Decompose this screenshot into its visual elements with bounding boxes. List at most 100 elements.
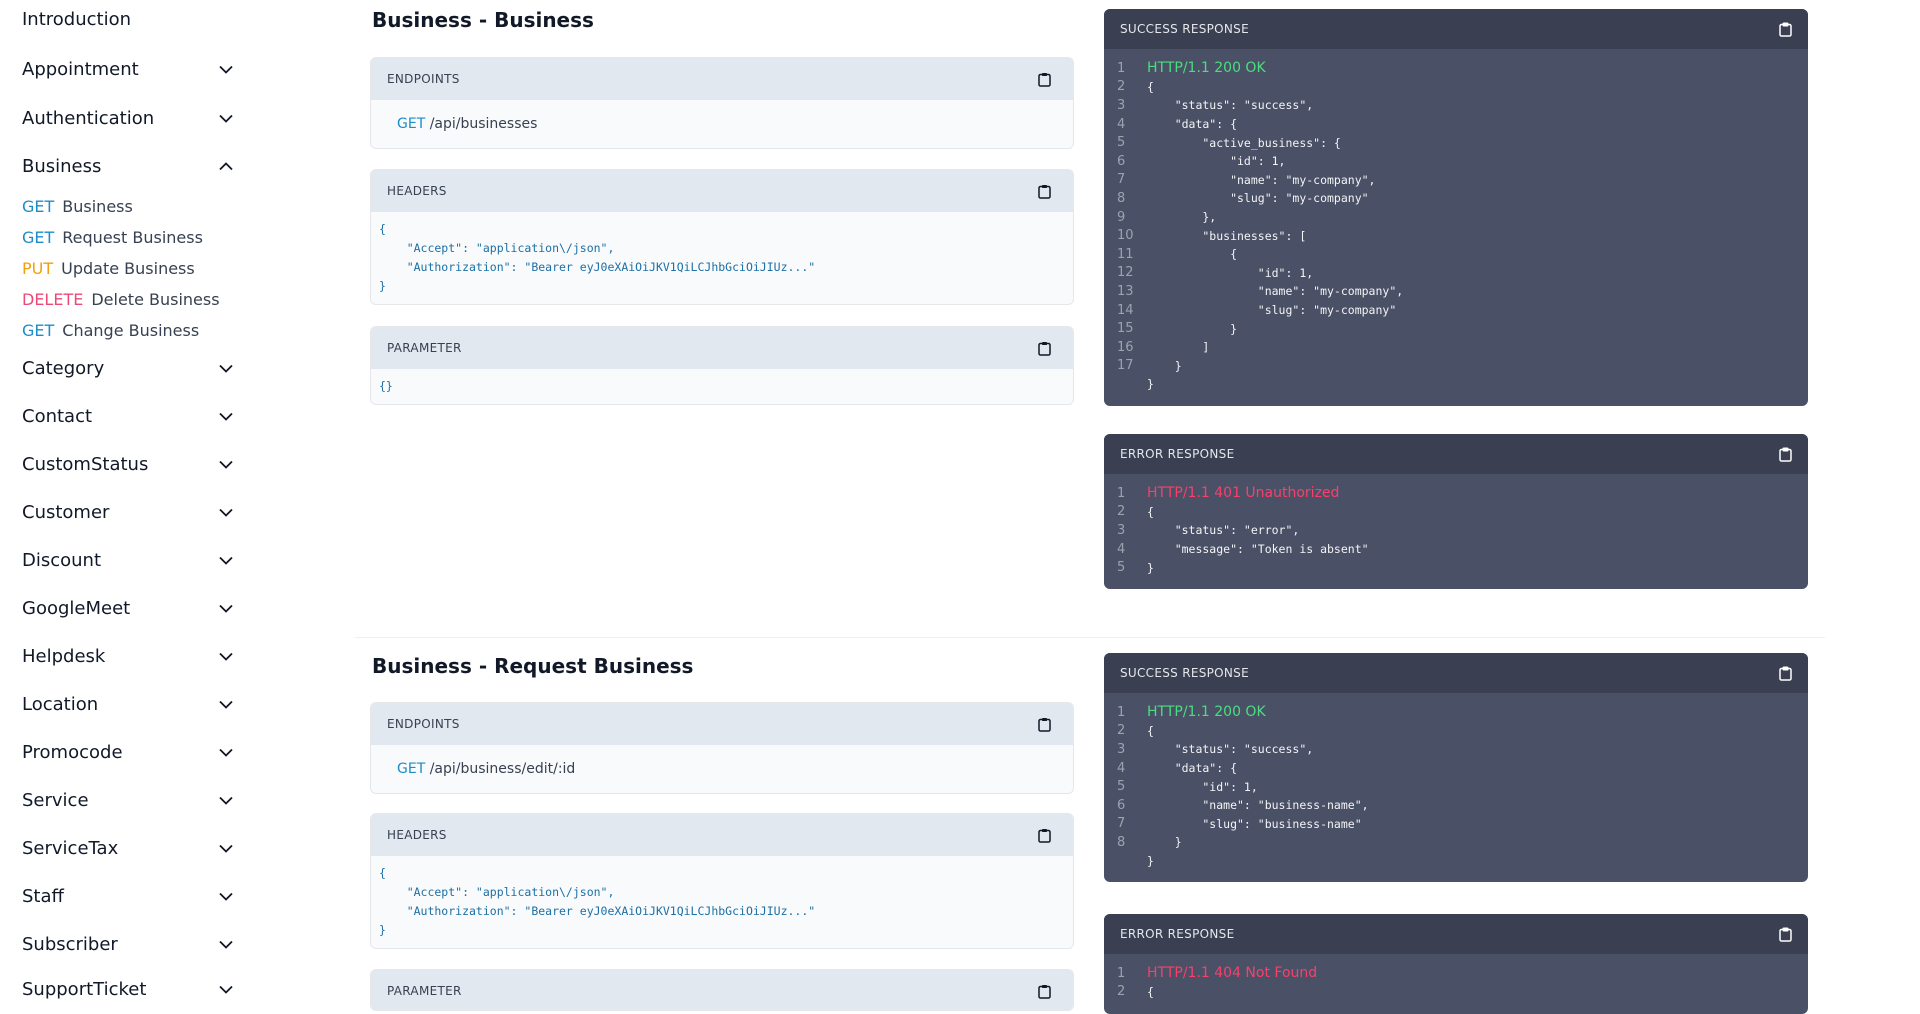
- nav-group-location[interactable]: Location: [22, 691, 234, 717]
- line-number: 16: [1117, 339, 1134, 355]
- panel-label: ERROR RESPONSE: [1120, 927, 1235, 941]
- nav-group-supportticket[interactable]: SupportTicket: [22, 976, 234, 1002]
- card-label: ENDPOINTS: [387, 717, 460, 731]
- section-divider: [355, 637, 1825, 638]
- clipboard-icon[interactable]: [1778, 666, 1792, 681]
- nav-group-label: CustomStatus: [22, 453, 149, 475]
- success-response-panel: SUCCESS RESPONSE 1 HTTP/1.1 200 OK 2 { 3 "…: [1104, 653, 1808, 883]
- line-number: 4: [1117, 760, 1126, 776]
- method-badge: GET: [22, 228, 55, 247]
- clipboard-icon[interactable]: [1778, 927, 1792, 942]
- nav-group-label: Helpdesk: [22, 645, 106, 667]
- clipboard-icon[interactable]: [1037, 72, 1051, 87]
- nav-group-label: Discount: [22, 549, 102, 571]
- chevron-down-icon: [218, 408, 234, 424]
- chevron-down-icon: [218, 792, 234, 808]
- line-number: 7: [1117, 816, 1126, 832]
- chevron-down-icon: [218, 456, 234, 472]
- line-number: 3: [1117, 522, 1126, 538]
- nav-item-update-business[interactable]: PUT Update Business: [22, 259, 195, 278]
- clipboard-icon[interactable]: [1037, 184, 1051, 199]
- code-line: }: [1147, 560, 1154, 575]
- line-number: 14: [1117, 302, 1134, 318]
- nav-item-label: Change Business: [62, 321, 200, 340]
- nav-group-servicetax[interactable]: ServiceTax: [22, 835, 234, 861]
- code-line: "slug": "my-company": [1147, 191, 1369, 206]
- code-line: {: [1147, 79, 1154, 94]
- nav-item-label: Request Business: [62, 228, 203, 247]
- nav-group-staff[interactable]: Staff: [22, 883, 234, 909]
- line-number: 2: [1117, 504, 1126, 520]
- code-line: {: [1147, 984, 1154, 999]
- clipboard-icon[interactable]: [1037, 984, 1051, 999]
- code-line: "slug": "business-name": [1147, 816, 1362, 831]
- nav-group-label: Staff: [22, 885, 64, 907]
- nav-group-discount[interactable]: Discount: [22, 547, 234, 573]
- code-line: "name": "my-company",: [1147, 172, 1376, 187]
- chevron-down-icon: [218, 840, 234, 856]
- nav-item-request-business[interactable]: GET Request Business: [22, 228, 203, 247]
- nav-group-googlemeet[interactable]: GoogleMeet: [22, 595, 234, 621]
- code-line: "data": {: [1147, 761, 1238, 776]
- nav-group-promocode[interactable]: Promocode: [22, 739, 234, 765]
- clipboard-icon[interactable]: [1778, 22, 1792, 37]
- nav-group-helpdesk[interactable]: Helpdesk: [22, 643, 234, 669]
- status-line: HTTP/1.1 200 OK: [1147, 60, 1266, 77]
- nav-group-subscriber[interactable]: Subscriber: [22, 931, 234, 957]
- code-line: }: [1147, 377, 1154, 392]
- nav-item-delete-business[interactable]: DELETE Delete Business: [22, 290, 220, 309]
- nav-item-business[interactable]: GET Business: [22, 197, 133, 216]
- code-line: "status": "success",: [1147, 742, 1314, 757]
- response-code: 1 HTTP/1.1 404 Not Found 2 {: [1104, 954, 1808, 1013]
- error-response-panel: ERROR RESPONSE 1 HTTP/1.1 404 Not Found 2…: [1104, 914, 1808, 1014]
- nav-group-label: Authentication: [22, 107, 155, 129]
- nav-group-contact[interactable]: Contact: [22, 403, 234, 429]
- headers-code: { "Accept": "application\/json", "Author…: [379, 222, 816, 293]
- line-number: 1: [1117, 60, 1126, 76]
- nav-group-service[interactable]: Service: [22, 787, 234, 813]
- endpoint-method: GET: [397, 761, 426, 777]
- headers-card: HEADERS { "Accept": "application\/json",…: [370, 813, 1074, 949]
- code-line: "name": "business-name",: [1147, 798, 1369, 813]
- nav-introduction[interactable]: Introduction: [22, 9, 131, 30]
- line-number: 3: [1117, 97, 1126, 113]
- nav-group-customstatus[interactable]: CustomStatus: [22, 451, 234, 477]
- nav-group-appointment[interactable]: Appointment: [22, 56, 234, 82]
- code-line: "businesses": [: [1147, 228, 1307, 243]
- nav-group-category[interactable]: Category: [22, 355, 234, 381]
- code-line: "name": "my-company",: [1147, 284, 1404, 299]
- nav-group-label: Location: [22, 693, 99, 715]
- clipboard-icon[interactable]: [1037, 717, 1051, 732]
- line-number: 17: [1117, 358, 1134, 374]
- code-line: "id": 1,: [1147, 154, 1286, 169]
- nav-group-authentication[interactable]: Authentication: [22, 105, 234, 131]
- endpoints-card: ENDPOINTS GET /api/business/edit/:id: [370, 702, 1074, 794]
- nav-group-label: ServiceTax: [22, 837, 119, 859]
- nav-item-label: Business: [62, 197, 133, 216]
- card-label: ENDPOINTS: [387, 72, 460, 86]
- response-code: 1 HTTP/1.1 200 OK 2 { 3 "status": "success…: [1104, 693, 1808, 882]
- clipboard-icon[interactable]: [1037, 341, 1051, 356]
- chevron-down-icon: [218, 936, 234, 952]
- chevron-down-icon: [218, 888, 234, 904]
- chevron-down-icon: [218, 360, 234, 376]
- chevron-up-icon: [218, 158, 234, 174]
- code-line: "data": {: [1147, 117, 1238, 132]
- clipboard-icon[interactable]: [1778, 447, 1792, 462]
- parameter-code: {}: [379, 379, 393, 393]
- code-line: "message": "Token is absent": [1147, 542, 1369, 557]
- response-code: 1 HTTP/1.1 200 OK 2 { 3 "status": "success…: [1104, 49, 1808, 406]
- nav-group-business[interactable]: Business: [22, 153, 234, 179]
- nav-group-label: Customer: [22, 501, 110, 523]
- code-line: },: [1147, 210, 1217, 225]
- parameter-card: PARAMETER {}: [370, 326, 1074, 405]
- success-response-panel: SUCCESS RESPONSE 1 HTTP/1.1 200 OK 2 { 3 "…: [1104, 9, 1808, 406]
- nav-item-change-business[interactable]: GET Change Business: [22, 321, 199, 340]
- nav-group-label: Category: [22, 357, 105, 379]
- code-line: }: [1147, 835, 1182, 850]
- panel-label: ERROR RESPONSE: [1120, 447, 1235, 461]
- line-number: 6: [1117, 153, 1126, 169]
- nav-group-label: Contact: [22, 405, 93, 427]
- clipboard-icon[interactable]: [1037, 828, 1051, 843]
- nav-group-customer[interactable]: Customer: [22, 499, 234, 525]
